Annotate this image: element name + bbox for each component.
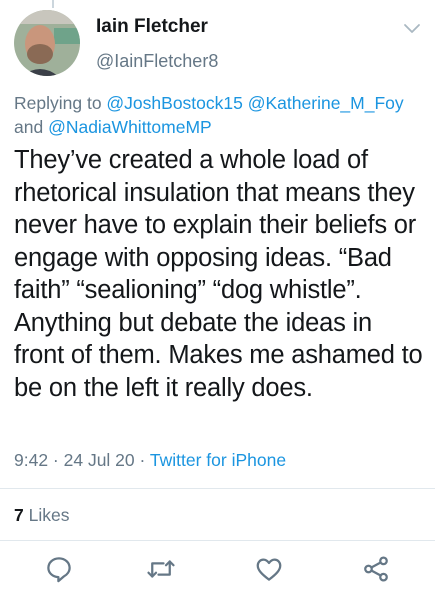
author-name[interactable]: Iain Fletcher (96, 16, 208, 38)
retweet-button[interactable] (146, 554, 176, 584)
action-bar (0, 554, 435, 588)
author-handle[interactable]: @IainFletcher8 (96, 51, 218, 72)
replying-to-label: Replying to (14, 93, 107, 113)
tweet-time[interactable]: 9:42 (14, 450, 48, 470)
likes-count: 7 (14, 505, 24, 525)
tweet-date[interactable]: 24 Jul 20 (64, 450, 135, 470)
retweet-icon (147, 560, 175, 578)
replying-to-joiner: and (14, 117, 49, 137)
avatar[interactable] (14, 10, 80, 76)
likes-label: Likes (23, 505, 70, 525)
tweet-text: They’ve created a whole load of rhetoric… (14, 146, 423, 402)
reply-icon (47, 557, 71, 583)
mention-link[interactable]: @NadiaWhittomeMP (48, 117, 212, 137)
mention-link[interactable]: @Katherine_M_Foy (248, 93, 404, 113)
likes-summary[interactable]: 7 Likes (14, 505, 69, 526)
avatar-image (14, 10, 80, 76)
meta-separator: · (134, 450, 150, 470)
share-button[interactable] (361, 554, 391, 584)
share-icon (364, 556, 388, 582)
meta-separator: · (48, 450, 64, 470)
reply-button[interactable] (44, 554, 74, 584)
like-button[interactable] (254, 554, 284, 584)
tweet-meta: 9:42 · 24 Jul 20 · Twitter for iPhone (14, 450, 286, 471)
mention-link[interactable]: @JoshBostock15 (106, 93, 242, 113)
replying-to: Replying to @JoshBostock15 @Katherine_M_… (14, 91, 424, 139)
thread-line (52, 0, 54, 8)
divider (0, 540, 435, 541)
chevron-down-icon[interactable] (403, 23, 421, 35)
heart-icon (256, 558, 282, 581)
divider (0, 488, 435, 489)
tweet-source[interactable]: Twitter for iPhone (150, 450, 286, 470)
